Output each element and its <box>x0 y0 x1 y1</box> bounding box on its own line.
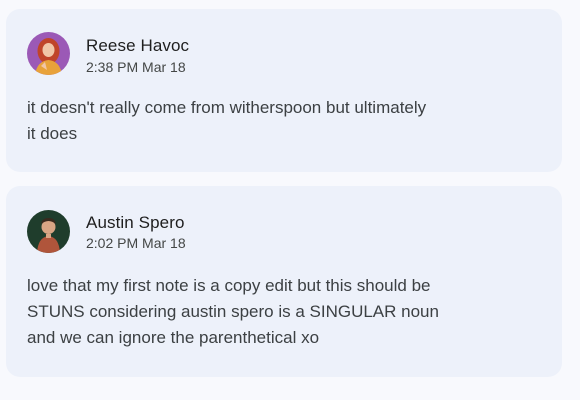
comment-line: it does <box>27 124 78 143</box>
person-photo-icon <box>27 210 70 253</box>
comment-card[interactable]: Austin Spero 2:02 PM Mar 18 love that my… <box>6 186 562 377</box>
comment-timestamp: 2:02 PM Mar 18 <box>86 235 186 251</box>
comment-line: love that my first note is a copy edit b… <box>27 276 431 295</box>
comment-line: and we can ignore the parenthetical xo <box>27 328 320 347</box>
comment-card[interactable]: Reese Havoc 2:38 PM Mar 18 it doesn't re… <box>6 9 562 172</box>
avatar[interactable] <box>27 32 70 75</box>
avatar[interactable] <box>27 210 70 253</box>
person-photo-icon <box>27 32 70 75</box>
author-name: Austin Spero <box>86 213 185 232</box>
comment-timestamp: 2:38 PM Mar 18 <box>86 59 186 75</box>
author-name: Reese Havoc <box>86 36 190 55</box>
comment-text: love that my first note is a copy edit b… <box>27 273 527 351</box>
comment-line: STUNS considering austin spero is a SING… <box>27 302 439 321</box>
comment-text: it doesn't really come from witherspoon … <box>27 95 527 147</box>
comment-line: it doesn't really come from witherspoon … <box>27 98 427 117</box>
